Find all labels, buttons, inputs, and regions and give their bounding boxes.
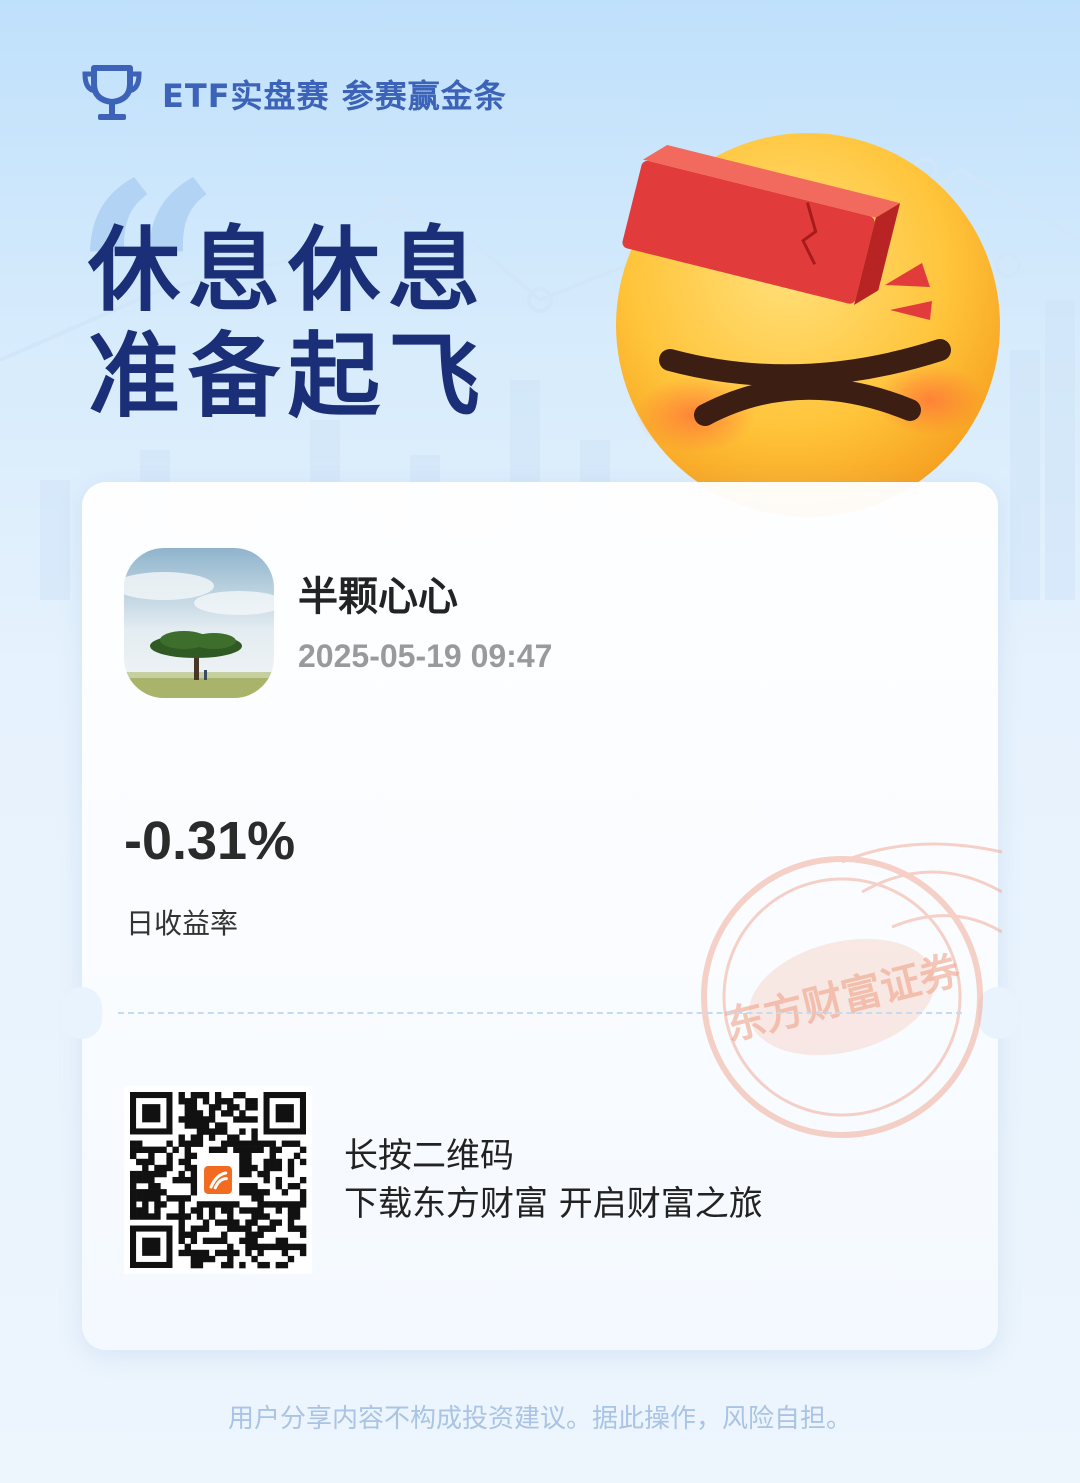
download-qr-code[interactable]	[124, 1086, 312, 1274]
risk-disclaimer: 用户分享内容不构成投资建议。据此操作，风险自担。	[227, 1404, 852, 1434]
tree-landscape-image	[124, 548, 274, 698]
headline-line-2: 准备起飞	[88, 323, 489, 430]
username: 半颗心心	[298, 574, 458, 620]
contest-title: ETF实盘赛 参赛赢金条	[162, 77, 507, 115]
daily-return-value: -0.31%	[124, 811, 296, 871]
headline: 休息休息 准备起飞	[88, 218, 488, 430]
post-timestamp: 2025-05-19 09:47	[298, 638, 553, 674]
promo-line-1: 长按二维码	[344, 1136, 514, 1176]
trophy-icon	[82, 65, 142, 120]
result-card: 半颗心心 2025-05-19 09:47 -0.31% 日收益率 东方财富证券…	[62, 482, 1018, 1350]
brokerage-seal-stamp: 东方财富证券	[701, 842, 1002, 1138]
headline-line-1: 休息休息	[88, 217, 489, 324]
ticket-notch-left	[62, 987, 102, 1039]
ticket-divider	[118, 1012, 962, 1014]
dizzy-face-with-gold-bar-icon	[616, 133, 1000, 517]
contest-header: ETF实盘赛 参赛赢金条	[80, 64, 507, 124]
download-promo: 长按二维码 下载东方财富 开启财富之旅	[344, 1132, 763, 1228]
daily-return-label: 日收益率	[126, 907, 239, 940]
avatar[interactable]	[124, 548, 274, 698]
promo-line-2: 下载东方财富 开启财富之旅	[344, 1184, 763, 1224]
app-logo-icon	[204, 1166, 232, 1194]
